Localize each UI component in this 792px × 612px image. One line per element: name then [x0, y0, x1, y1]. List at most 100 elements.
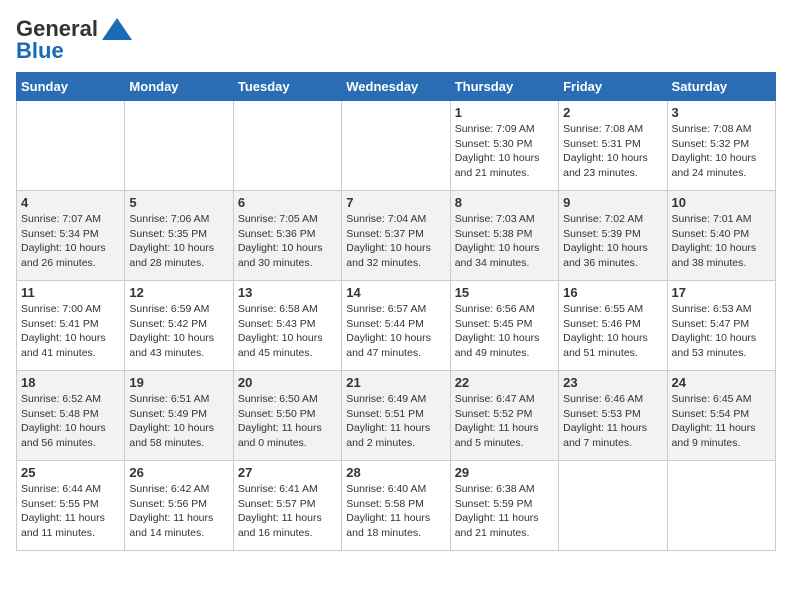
day-number: 14 [346, 285, 445, 300]
day-info: Sunrise: 6:52 AM Sunset: 5:48 PM Dayligh… [21, 392, 120, 451]
day-number: 18 [21, 375, 120, 390]
calendar-table: SundayMondayTuesdayWednesdayThursdayFrid… [16, 72, 776, 551]
day-info: Sunrise: 6:44 AM Sunset: 5:55 PM Dayligh… [21, 482, 120, 541]
calendar-cell [667, 461, 775, 551]
day-info: Sunrise: 6:46 AM Sunset: 5:53 PM Dayligh… [563, 392, 662, 451]
day-number: 8 [455, 195, 554, 210]
day-number: 13 [238, 285, 337, 300]
calendar-cell: 10Sunrise: 7:01 AM Sunset: 5:40 PM Dayli… [667, 191, 775, 281]
calendar-cell: 13 Sunrise: 6:58 AM Sunset: 5:43 PM Dayli… [233, 281, 341, 371]
column-header-thursday: Thursday [450, 73, 558, 101]
day-info: Sunrise: 6:53 AM Sunset: 5:47 PM Dayligh… [672, 302, 771, 361]
day-number: 20 [238, 375, 337, 390]
day-number: 9 [563, 195, 662, 210]
day-info: Sunrise: 6:41 AM Sunset: 5:57 PM Dayligh… [238, 482, 337, 541]
day-number: 7 [346, 195, 445, 210]
day-number: 16 [563, 285, 662, 300]
logo: General Blue [16, 16, 132, 64]
day-number: 15 [455, 285, 554, 300]
day-info: Sunrise: 6:50 AM Sunset: 5:50 PM Dayligh… [238, 392, 337, 451]
calendar-cell: 4 Sunrise: 7:07 AM Sunset: 5:34 PM Daylig… [17, 191, 125, 281]
calendar-cell: 24 Sunrise: 6:45 AM Sunset: 5:54 PM Dayli… [667, 371, 775, 461]
day-info: Sunrise: 6:42 AM Sunset: 5:56 PM Dayligh… [129, 482, 228, 541]
calendar-cell [342, 101, 450, 191]
calendar-cell: 1 Sunrise: 7:09 AM Sunset: 5:30 PM Daylig… [450, 101, 558, 191]
day-info: Sunrise: 6:51 AM Sunset: 5:49 PM Dayligh… [129, 392, 228, 451]
day-number: 25 [21, 465, 120, 480]
calendar-cell: 18 Sunrise: 6:52 AM Sunset: 5:48 PM Dayli… [17, 371, 125, 461]
day-number: 29 [455, 465, 554, 480]
calendar-week-row: 25 Sunrise: 6:44 AM Sunset: 5:55 PM Dayli… [17, 461, 776, 551]
day-number: 5 [129, 195, 228, 210]
day-number: 21 [346, 375, 445, 390]
calendar-week-row: 18 Sunrise: 6:52 AM Sunset: 5:48 PM Dayli… [17, 371, 776, 461]
column-header-friday: Friday [559, 73, 667, 101]
calendar-cell: 19 Sunrise: 6:51 AM Sunset: 5:49 PM Dayli… [125, 371, 233, 461]
calendar-week-row: 11 Sunrise: 7:00 AM Sunset: 5:41 PM Dayli… [17, 281, 776, 371]
calendar-cell: 2 Sunrise: 7:08 AM Sunset: 5:31 PM Daylig… [559, 101, 667, 191]
day-info: Sunrise: 7:04 AM Sunset: 5:37 PM Dayligh… [346, 212, 445, 271]
calendar-cell [17, 101, 125, 191]
day-number: 4 [21, 195, 120, 210]
day-info: Sunrise: 7:02 AM Sunset: 5:39 PM Dayligh… [563, 212, 662, 271]
day-info: Sunrise: 6:47 AM Sunset: 5:52 PM Dayligh… [455, 392, 554, 451]
day-info: Sunrise: 7:05 AM Sunset: 5:36 PM Dayligh… [238, 212, 337, 271]
calendar-cell [233, 101, 341, 191]
column-header-sunday: Sunday [17, 73, 125, 101]
calendar-cell: 28Sunrise: 6:40 AM Sunset: 5:58 PM Dayli… [342, 461, 450, 551]
day-number: 6 [238, 195, 337, 210]
day-info: Sunrise: 6:56 AM Sunset: 5:45 PM Dayligh… [455, 302, 554, 361]
day-info: Sunrise: 6:49 AM Sunset: 5:51 PM Dayligh… [346, 392, 445, 451]
day-info: Sunrise: 6:40 AM Sunset: 5:58 PM Dayligh… [346, 482, 445, 541]
day-info: Sunrise: 7:01 AM Sunset: 5:40 PM Dayligh… [672, 212, 771, 271]
calendar-cell: 25 Sunrise: 6:44 AM Sunset: 5:55 PM Dayli… [17, 461, 125, 551]
day-info: Sunrise: 6:45 AM Sunset: 5:54 PM Dayligh… [672, 392, 771, 451]
calendar-cell: 16 Sunrise: 6:55 AM Sunset: 5:46 PM Dayli… [559, 281, 667, 371]
calendar-header-row: SundayMondayTuesdayWednesdayThursdayFrid… [17, 73, 776, 101]
calendar-cell: 9 Sunrise: 7:02 AM Sunset: 5:39 PM Daylig… [559, 191, 667, 281]
day-info: Sunrise: 6:57 AM Sunset: 5:44 PM Dayligh… [346, 302, 445, 361]
logo-blue: Blue [16, 38, 64, 64]
calendar-cell: 27 Sunrise: 6:41 AM Sunset: 5:57 PM Dayli… [233, 461, 341, 551]
calendar-cell: 8 Sunrise: 7:03 AM Sunset: 5:38 PM Daylig… [450, 191, 558, 281]
calendar-cell: 20 Sunrise: 6:50 AM Sunset: 5:50 PM Dayli… [233, 371, 341, 461]
day-number: 12 [129, 285, 228, 300]
day-number: 2 [563, 105, 662, 120]
day-info: Sunrise: 7:08 AM Sunset: 5:31 PM Dayligh… [563, 122, 662, 181]
column-header-tuesday: Tuesday [233, 73, 341, 101]
calendar-cell: 14 Sunrise: 6:57 AM Sunset: 5:44 PM Dayli… [342, 281, 450, 371]
calendar-cell: 6 Sunrise: 7:05 AM Sunset: 5:36 PM Daylig… [233, 191, 341, 281]
day-info: Sunrise: 7:07 AM Sunset: 5:34 PM Dayligh… [21, 212, 120, 271]
calendar-week-row: 4 Sunrise: 7:07 AM Sunset: 5:34 PM Daylig… [17, 191, 776, 281]
day-number: 11 [21, 285, 120, 300]
day-info: Sunrise: 7:00 AM Sunset: 5:41 PM Dayligh… [21, 302, 120, 361]
calendar-cell: 23 Sunrise: 6:46 AM Sunset: 5:53 PM Dayli… [559, 371, 667, 461]
calendar-cell: 26 Sunrise: 6:42 AM Sunset: 5:56 PM Dayli… [125, 461, 233, 551]
day-number: 26 [129, 465, 228, 480]
day-info: Sunrise: 6:59 AM Sunset: 5:42 PM Dayligh… [129, 302, 228, 361]
day-info: Sunrise: 7:03 AM Sunset: 5:38 PM Dayligh… [455, 212, 554, 271]
logo-icon [102, 18, 132, 40]
day-number: 22 [455, 375, 554, 390]
day-number: 24 [672, 375, 771, 390]
column-header-wednesday: Wednesday [342, 73, 450, 101]
day-number: 19 [129, 375, 228, 390]
page-header: General Blue [16, 16, 776, 64]
day-info: Sunrise: 6:38 AM Sunset: 5:59 PM Dayligh… [455, 482, 554, 541]
day-number: 17 [672, 285, 771, 300]
calendar-cell: 11 Sunrise: 7:00 AM Sunset: 5:41 PM Dayli… [17, 281, 125, 371]
column-header-saturday: Saturday [667, 73, 775, 101]
day-info: Sunrise: 7:08 AM Sunset: 5:32 PM Dayligh… [672, 122, 771, 181]
day-number: 3 [672, 105, 771, 120]
calendar-cell: 22 Sunrise: 6:47 AM Sunset: 5:52 PM Dayli… [450, 371, 558, 461]
day-number: 27 [238, 465, 337, 480]
day-info: Sunrise: 7:06 AM Sunset: 5:35 PM Dayligh… [129, 212, 228, 271]
calendar-cell: 7 Sunrise: 7:04 AM Sunset: 5:37 PM Daylig… [342, 191, 450, 281]
calendar-cell [559, 461, 667, 551]
day-info: Sunrise: 7:09 AM Sunset: 5:30 PM Dayligh… [455, 122, 554, 181]
calendar-cell: 3 Sunrise: 7:08 AM Sunset: 5:32 PM Daylig… [667, 101, 775, 191]
day-info: Sunrise: 6:55 AM Sunset: 5:46 PM Dayligh… [563, 302, 662, 361]
day-number: 23 [563, 375, 662, 390]
day-info: Sunrise: 6:58 AM Sunset: 5:43 PM Dayligh… [238, 302, 337, 361]
day-number: 1 [455, 105, 554, 120]
